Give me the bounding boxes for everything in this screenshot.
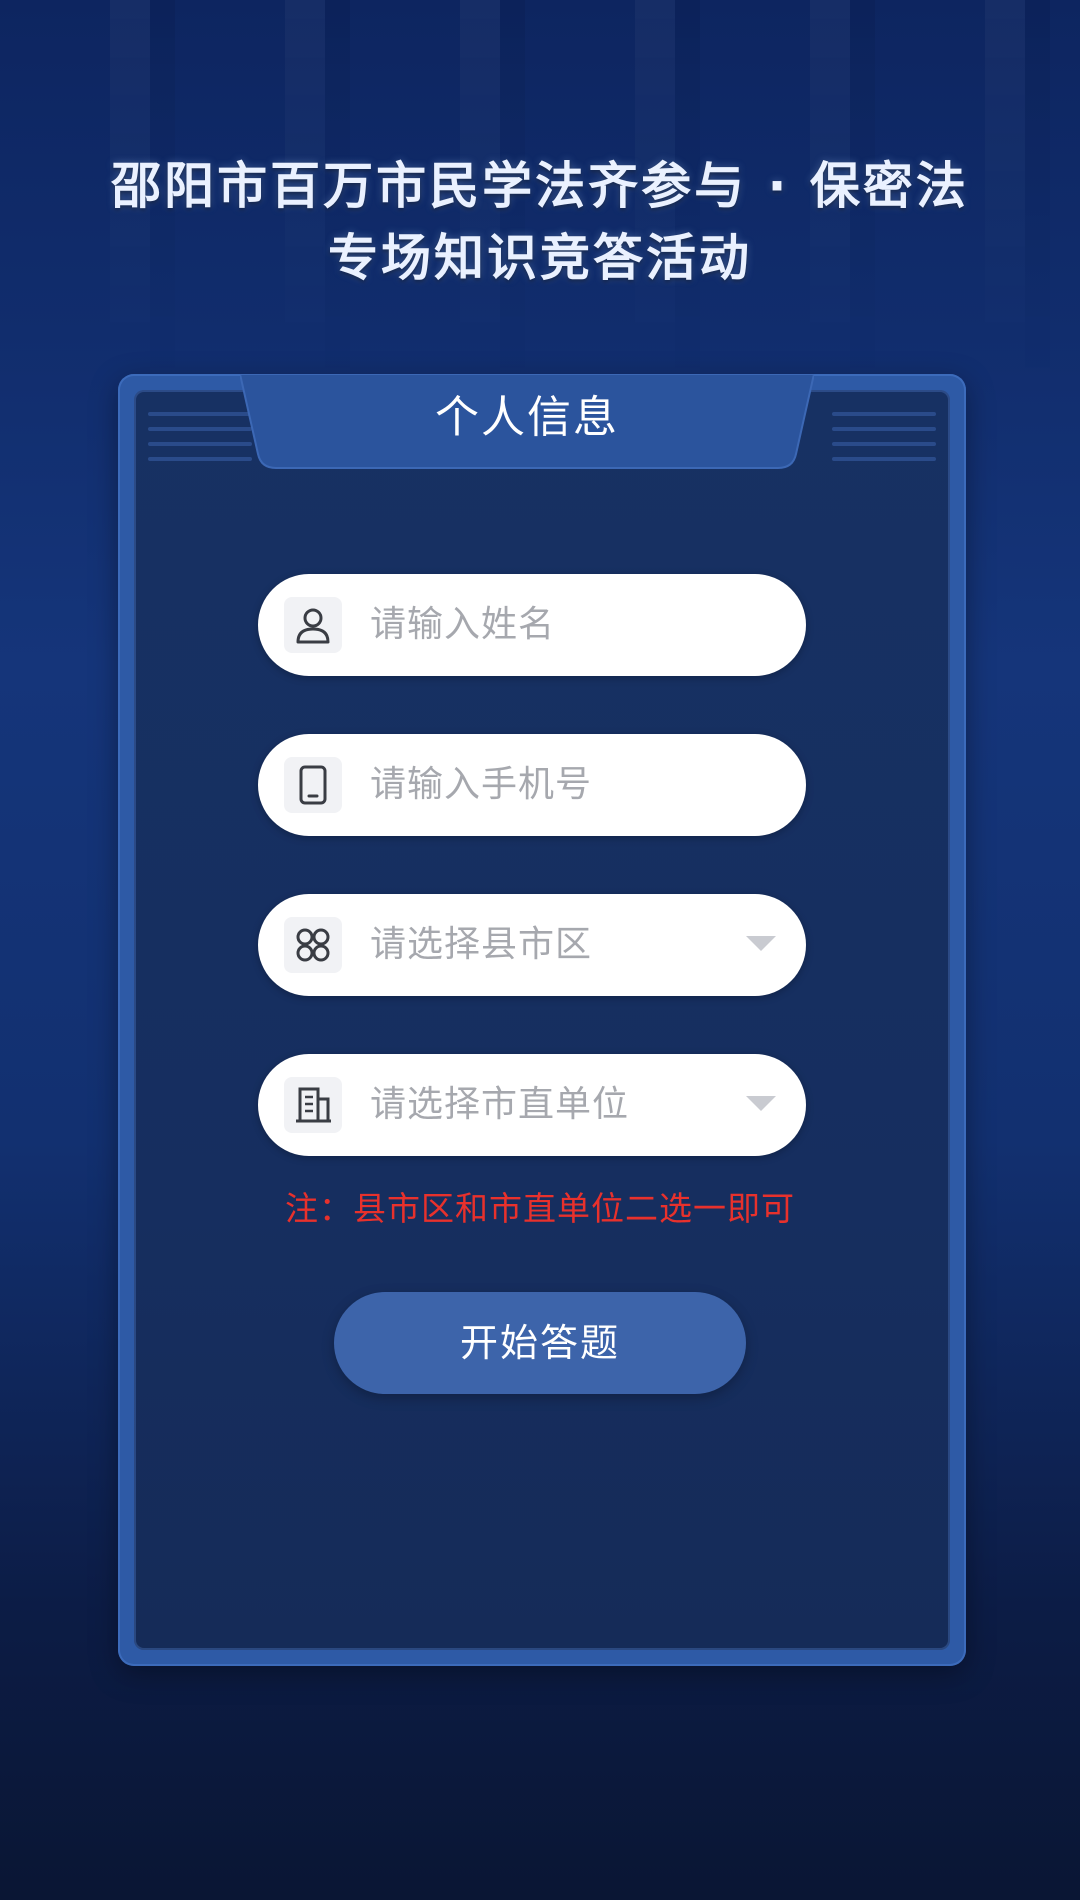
page-title-line2: 专场知识竞答活动 bbox=[328, 229, 752, 287]
card-decoration-left bbox=[148, 412, 252, 472]
chevron-down-icon bbox=[746, 936, 776, 951]
card-title: 个人信息 bbox=[435, 392, 619, 443]
district-select[interactable]: 请选择县市区 bbox=[258, 894, 806, 996]
phone-field[interactable]: 请输入手机号 bbox=[258, 734, 806, 836]
district-placeholder: 请选择县市区 bbox=[370, 924, 593, 965]
unit-select[interactable]: 请选择市直单位 bbox=[258, 1054, 806, 1156]
grid-icon bbox=[284, 917, 342, 973]
name-placeholder: 请输入姓名 bbox=[370, 604, 556, 645]
card-decoration-right bbox=[832, 412, 936, 472]
unit-placeholder: 请选择市直单位 bbox=[370, 1084, 630, 1125]
person-icon bbox=[284, 597, 342, 653]
page-title-line1: 邵阳市百万市民学法齐参与 · 保密法 bbox=[111, 157, 969, 215]
phone-placeholder: 请输入手机号 bbox=[370, 764, 593, 805]
phone-icon bbox=[284, 757, 342, 813]
selection-note: 注：县市区和市直单位二选一即可 bbox=[285, 1189, 795, 1228]
start-quiz-button[interactable]: 开始答题 bbox=[334, 1292, 746, 1394]
card-header-tab: 个人信息 bbox=[240, 374, 814, 470]
name-field[interactable]: 请输入姓名 bbox=[258, 574, 806, 676]
info-card: 个人信息 bbox=[118, 374, 966, 1666]
page-title: 邵阳市百万市民学法齐参与 · 保密法 专场知识竞答活动 bbox=[0, 150, 1080, 294]
chevron-down-icon bbox=[746, 1096, 776, 1111]
building-icon bbox=[284, 1077, 342, 1133]
